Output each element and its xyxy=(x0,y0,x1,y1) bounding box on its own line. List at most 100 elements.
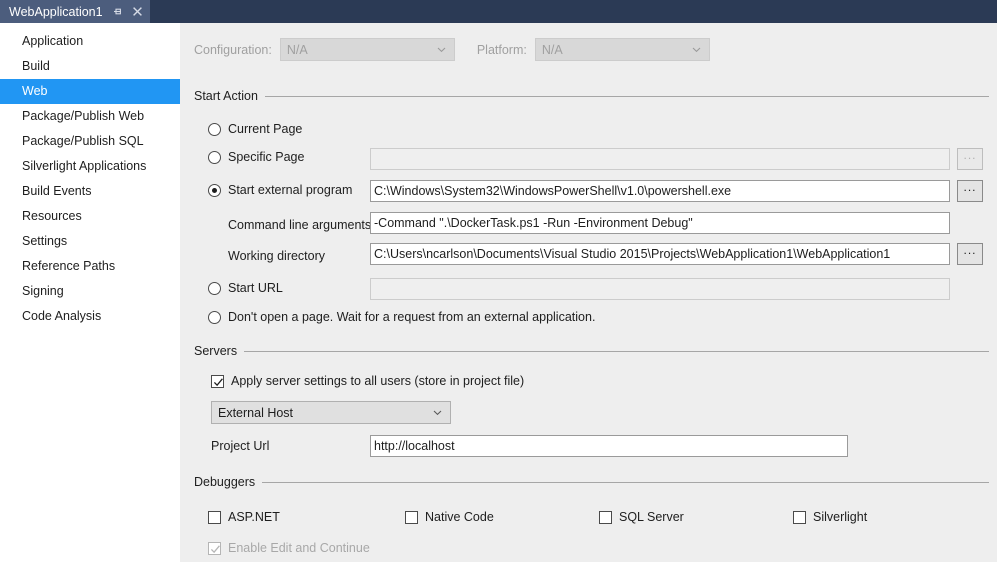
tab-webapplication1[interactable]: WebApplication1 xyxy=(0,0,150,23)
checkbox-icon xyxy=(208,541,221,558)
radio-icon xyxy=(208,310,221,324)
radio-start-external-program[interactable]: Start external program xyxy=(208,183,352,197)
debuggers-group-header: Debuggers xyxy=(194,475,989,489)
group-divider xyxy=(264,95,989,97)
command-line-arguments-input[interactable]: -Command ".\DockerTask.ps1 -Run -Environ… xyxy=(370,212,950,234)
sidebar-item-label: Application xyxy=(22,34,84,48)
sidebar-item-label: Silverlight Applications xyxy=(22,159,147,173)
sidebar-item-label: Code Analysis xyxy=(22,309,102,323)
radio-icon xyxy=(208,281,221,295)
check-mark-icon xyxy=(213,377,224,391)
enable-edit-and-continue-label: Enable Edit and Continue xyxy=(228,541,370,555)
sql-server-debugger-checkbox[interactable]: SQL Server xyxy=(599,510,684,524)
sidebar-item-label: Package/Publish SQL xyxy=(22,134,144,148)
platform-select[interactable]: N/A xyxy=(534,38,710,61)
sidebar-item-build[interactable]: Build xyxy=(0,54,180,79)
aspnet-debugger-label: ASP.NET xyxy=(228,510,280,524)
tab-bar: WebApplication1 xyxy=(0,0,997,23)
start-external-program-browse-button[interactable]: ... xyxy=(957,180,983,202)
checkbox-icon xyxy=(405,510,418,524)
checkbox-icon xyxy=(793,510,806,524)
chevron-down-icon xyxy=(437,45,446,54)
tab-title: WebApplication1 xyxy=(9,4,103,19)
working-directory-browse-button[interactable]: ... xyxy=(957,243,983,265)
checkbox-icon xyxy=(599,510,612,524)
apply-server-settings-label: Apply server settings to all users (stor… xyxy=(231,374,525,388)
browse-dots-label: ... xyxy=(963,243,977,257)
sidebar-item-package-publish-sql[interactable]: Package/Publish SQL xyxy=(0,129,180,154)
configuration-row: Configuration: N/A Platform: N/A xyxy=(194,38,710,61)
debuggers-group-label: Debuggers xyxy=(194,475,256,489)
checkbox-icon xyxy=(211,374,224,391)
radio-icon xyxy=(208,183,221,197)
chevron-down-icon xyxy=(692,45,701,54)
enable-edit-and-continue-checkbox[interactable]: Enable Edit and Continue xyxy=(208,541,370,555)
start-url-input[interactable] xyxy=(370,278,950,300)
sidebar-item-build-events[interactable]: Build Events xyxy=(0,179,180,204)
sidebar-item-label: Build xyxy=(22,59,50,73)
apply-server-settings-checkbox[interactable]: Apply server settings to all users (stor… xyxy=(211,374,524,388)
radio-start-url-label: Start URL xyxy=(228,281,283,295)
close-icon[interactable] xyxy=(132,6,143,17)
radio-start-url[interactable]: Start URL xyxy=(208,281,283,295)
sidebar-item-settings[interactable]: Settings xyxy=(0,229,180,254)
working-directory-label: Working directory xyxy=(228,249,326,263)
chevron-down-icon xyxy=(433,408,442,417)
configuration-value: N/A xyxy=(286,42,308,57)
silverlight-debugger-label: Silverlight xyxy=(813,510,868,524)
sidebar-item-silverlight-applications[interactable]: Silverlight Applications xyxy=(0,154,180,179)
sidebar-item-label: Reference Paths xyxy=(22,259,116,273)
project-url-label: Project Url xyxy=(211,439,270,453)
silverlight-debugger-checkbox[interactable]: Silverlight xyxy=(793,510,867,524)
command-line-arguments-label: Command line arguments xyxy=(228,218,372,232)
sidebar-item-reference-paths[interactable]: Reference Paths xyxy=(0,254,180,279)
radio-specific-page-label: Specific Page xyxy=(228,150,305,164)
sidebar-item-application[interactable]: Application xyxy=(0,29,180,54)
sidebar: Application Build Web Package/Publish We… xyxy=(0,23,188,562)
start-action-group-label: Start Action xyxy=(194,89,258,103)
radio-specific-page[interactable]: Specific Page xyxy=(208,150,304,164)
servers-group-header: Servers xyxy=(194,344,989,358)
radio-current-page-label: Current Page xyxy=(228,122,303,136)
group-divider xyxy=(262,481,989,483)
aspnet-debugger-checkbox[interactable]: ASP.NET xyxy=(208,510,280,524)
configuration-label: Configuration: xyxy=(194,42,272,57)
configuration-select[interactable]: N/A xyxy=(279,38,455,61)
checkbox-icon xyxy=(208,510,221,524)
check-mark-icon xyxy=(210,544,221,558)
properties-pane: Configuration: N/A Platform: N/A Start A… xyxy=(180,23,997,562)
specific-page-input[interactable] xyxy=(370,148,950,170)
sidebar-item-label: Settings xyxy=(22,234,68,248)
sidebar-item-label: Web xyxy=(22,84,48,98)
radio-icon xyxy=(208,122,221,136)
working-directory-input[interactable]: C:\Users\ncarlson\Documents\Visual Studi… xyxy=(370,243,950,265)
start-external-program-input[interactable]: C:\Windows\System32\WindowsPowerShell\v1… xyxy=(370,180,950,202)
sidebar-item-label: Build Events xyxy=(22,184,92,198)
native-code-debugger-label: Native Code xyxy=(425,510,494,524)
platform-label: Platform: xyxy=(476,42,527,57)
project-url-input[interactable]: http://localhost xyxy=(370,435,848,457)
start-action-group-header: Start Action xyxy=(194,89,989,103)
radio-dont-open-page-label: Don't open a page. Wait for a request fr… xyxy=(228,310,596,324)
server-type-select[interactable]: External Host xyxy=(211,401,451,424)
platform-value: N/A xyxy=(541,42,563,57)
sidebar-item-package-publish-web[interactable]: Package/Publish Web xyxy=(0,104,180,129)
sidebar-item-code-analysis[interactable]: Code Analysis xyxy=(0,304,180,329)
native-code-debugger-checkbox[interactable]: Native Code xyxy=(405,510,494,524)
pin-icon[interactable] xyxy=(112,6,123,17)
radio-current-page[interactable]: Current Page xyxy=(208,122,302,136)
group-divider xyxy=(244,350,989,352)
specific-page-browse-button[interactable]: ... xyxy=(957,148,983,170)
sql-server-debugger-label: SQL Server xyxy=(619,510,684,524)
radio-dont-open-page[interactable]: Don't open a page. Wait for a request fr… xyxy=(208,310,595,324)
sidebar-item-label: Resources xyxy=(22,209,82,223)
radio-start-external-program-label: Start external program xyxy=(228,183,353,197)
browse-dots-label: ... xyxy=(963,180,977,194)
sidebar-item-resources[interactable]: Resources xyxy=(0,204,180,229)
sidebar-item-label: Package/Publish Web xyxy=(22,109,145,123)
sidebar-item-signing[interactable]: Signing xyxy=(0,279,180,304)
sidebar-item-label: Signing xyxy=(22,284,64,298)
radio-icon xyxy=(208,150,221,164)
sidebar-item-web[interactable]: Web xyxy=(0,79,188,104)
server-type-value: External Host xyxy=(218,405,294,420)
